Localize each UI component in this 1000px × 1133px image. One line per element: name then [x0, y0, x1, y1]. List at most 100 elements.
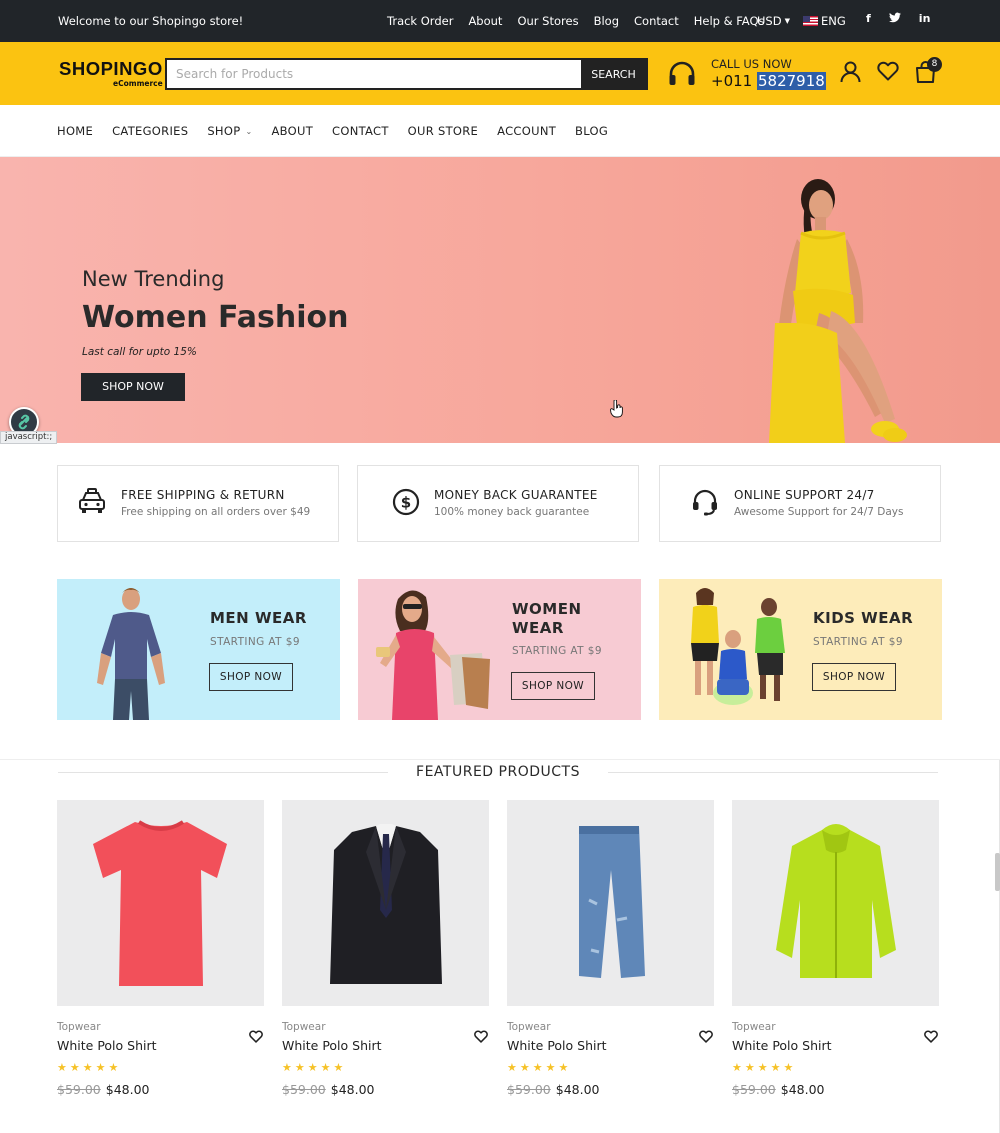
call-label: CALL US NOW	[711, 57, 792, 71]
chevron-down-icon: ⌄	[245, 126, 253, 136]
men-model-image	[97, 588, 165, 720]
current-price: $48.00	[330, 1082, 375, 1097]
contact-link[interactable]: Contact	[634, 14, 679, 28]
scrollbar-thumb[interactable]	[995, 853, 1000, 891]
product-image[interactable]	[507, 800, 714, 1006]
svg-text:$: $	[401, 494, 411, 512]
product-rating-stars: ★★★★★	[732, 1061, 797, 1074]
nav-shop[interactable]: SHOP ⌄	[207, 124, 252, 138]
category-kids-wear[interactable]: KIDS WEAR STARTING AT $9 SHOP NOW	[659, 579, 942, 720]
men-shop-now-button[interactable]: SHOP NOW	[209, 663, 293, 691]
product-name[interactable]: White Polo Shirt	[732, 1038, 832, 1053]
section-divider	[0, 759, 1000, 760]
us-flag-icon	[803, 16, 818, 26]
nav-account[interactable]: ACCOUNT	[497, 124, 556, 138]
search-input[interactable]	[167, 60, 581, 88]
product-category: Topwear	[282, 1021, 326, 1033]
main-nav: HOME CATEGORIES SHOP ⌄ ABOUT CONTACT OUR …	[0, 105, 1000, 157]
logo[interactable]: SHOPINGO eCommerce	[59, 59, 163, 88]
nav-home[interactable]: HOME	[57, 124, 93, 138]
feature-title: ONLINE SUPPORT 24/7	[734, 488, 875, 502]
feature-money-back: $ MONEY BACK GUARANTEE 100% money back g…	[357, 465, 639, 542]
feature-title: MONEY BACK GUARANTEE	[434, 488, 598, 502]
product-name[interactable]: White Polo Shirt	[282, 1038, 382, 1053]
category-women-wear[interactable]: WOMEN WEAR STARTING AT $9 SHOP NOW	[358, 579, 641, 720]
nav-blog[interactable]: BLOG	[575, 124, 608, 138]
currency-selector[interactable]: USD ▼	[757, 14, 790, 28]
hero-shop-now-button[interactable]: SHOP NOW	[81, 373, 185, 401]
product-price: $59.00 $48.00	[57, 1082, 150, 1097]
product-name[interactable]: White Polo Shirt	[57, 1038, 157, 1053]
hero-subtitle: New Trending	[82, 267, 225, 291]
taxi-icon	[78, 488, 106, 518]
our-stores-link[interactable]: Our Stores	[517, 14, 578, 28]
product-rating-stars: ★★★★★	[282, 1061, 347, 1074]
help-faqs-link[interactable]: Help & FAQs	[694, 14, 765, 28]
black-suit-image	[330, 824, 442, 984]
current-price: $48.00	[105, 1082, 150, 1097]
search-button[interactable]: SEARCH	[581, 60, 646, 88]
category-men-wear[interactable]: MEN WEAR STARTING AT $9 SHOP NOW	[57, 579, 340, 720]
green-jacket-image	[776, 824, 896, 978]
phone-number[interactable]: +011 5827918	[711, 72, 826, 90]
product-rating-stars: ★★★★★	[507, 1061, 572, 1074]
track-order-link[interactable]: Track Order	[387, 14, 453, 28]
status-url: javascript:;	[0, 431, 58, 444]
wishlist-heart-icon[interactable]	[924, 1028, 938, 1047]
product-category: Topwear	[507, 1021, 551, 1033]
feature-online-support: ONLINE SUPPORT 24/7 Awesome Support for …	[659, 465, 941, 542]
headphones-icon	[668, 61, 696, 91]
main-header: SHOPINGO eCommerce SEARCH CALL US NOW +0…	[0, 42, 1000, 105]
featured-heading: FEATURED PRODUCTS	[58, 763, 938, 783]
nav-our-store[interactable]: OUR STORE	[408, 124, 478, 138]
headset-icon	[691, 488, 719, 520]
dollar-circle-icon: $	[392, 488, 420, 520]
welcome-text: Welcome to our Shopingo store!	[58, 14, 244, 28]
current-price: $48.00	[555, 1082, 600, 1097]
old-price: $59.00	[282, 1082, 326, 1097]
product-image[interactable]	[57, 800, 264, 1006]
category-starting: STARTING AT $9	[813, 636, 903, 648]
category-title: WOMEN WEAR	[512, 600, 582, 638]
product-name[interactable]: White Polo Shirt	[507, 1038, 607, 1053]
brand-subtitle: eCommerce	[113, 79, 163, 88]
caret-down-icon: ▼	[784, 17, 790, 25]
product-image[interactable]	[732, 800, 939, 1006]
hand-cursor-icon	[610, 400, 623, 418]
wishlist-heart-icon[interactable]	[249, 1028, 263, 1047]
language-selector[interactable]: ENG	[803, 14, 846, 28]
product-image[interactable]	[282, 800, 489, 1006]
nav-about[interactable]: ABOUT	[271, 124, 313, 138]
women-shop-now-button[interactable]: SHOP NOW	[511, 672, 595, 700]
kids-shop-now-button[interactable]: SHOP NOW	[812, 663, 896, 691]
facebook-icon[interactable]: f	[866, 12, 871, 26]
product-price: $59.00 $48.00	[282, 1082, 375, 1097]
nav-categories[interactable]: CATEGORIES	[112, 124, 188, 138]
product-card[interactable]: Topwear White Polo Shirt ★★★★★ $59.00 $48…	[732, 800, 939, 1097]
feature-desc: Awesome Support for 24/7 Days	[734, 506, 904, 518]
top-links: Track Order About Our Stores Blog Contac…	[387, 14, 780, 28]
twitter-icon[interactable]	[888, 12, 901, 26]
feature-desc: 100% money back guarantee	[434, 506, 590, 518]
user-icon[interactable]	[840, 61, 861, 87]
product-card[interactable]: Topwear White Polo Shirt ★★★★★ $59.00 $48…	[507, 800, 714, 1097]
heart-icon[interactable]	[877, 61, 899, 87]
hero-note: Last call for upto 15%	[82, 346, 197, 358]
product-card[interactable]: Topwear White Polo Shirt ★★★★★ $59.00 $48…	[57, 800, 264, 1097]
blog-link[interactable]: Blog	[594, 14, 619, 28]
product-price: $59.00 $48.00	[732, 1082, 825, 1097]
product-rating-stars: ★★★★★	[57, 1061, 122, 1074]
feature-title: FREE SHIPPING & RETURN	[121, 488, 285, 502]
about-link[interactable]: About	[468, 14, 502, 28]
old-price: $59.00	[57, 1082, 101, 1097]
wishlist-heart-icon[interactable]	[474, 1028, 488, 1047]
social-links: f in	[866, 12, 930, 26]
nav-contact[interactable]: CONTACT	[332, 124, 389, 138]
feature-desc: Free shipping on all orders over $49	[121, 506, 311, 518]
currency-label: USD	[757, 14, 782, 28]
wishlist-heart-icon[interactable]	[699, 1028, 713, 1047]
category-title-line2: WEAR	[512, 619, 564, 637]
category-starting: STARTING AT $9	[210, 636, 300, 648]
linkedin-icon[interactable]: in	[919, 12, 931, 26]
product-card[interactable]: Topwear White Polo Shirt ★★★★★ $59.00 $48…	[282, 800, 489, 1097]
